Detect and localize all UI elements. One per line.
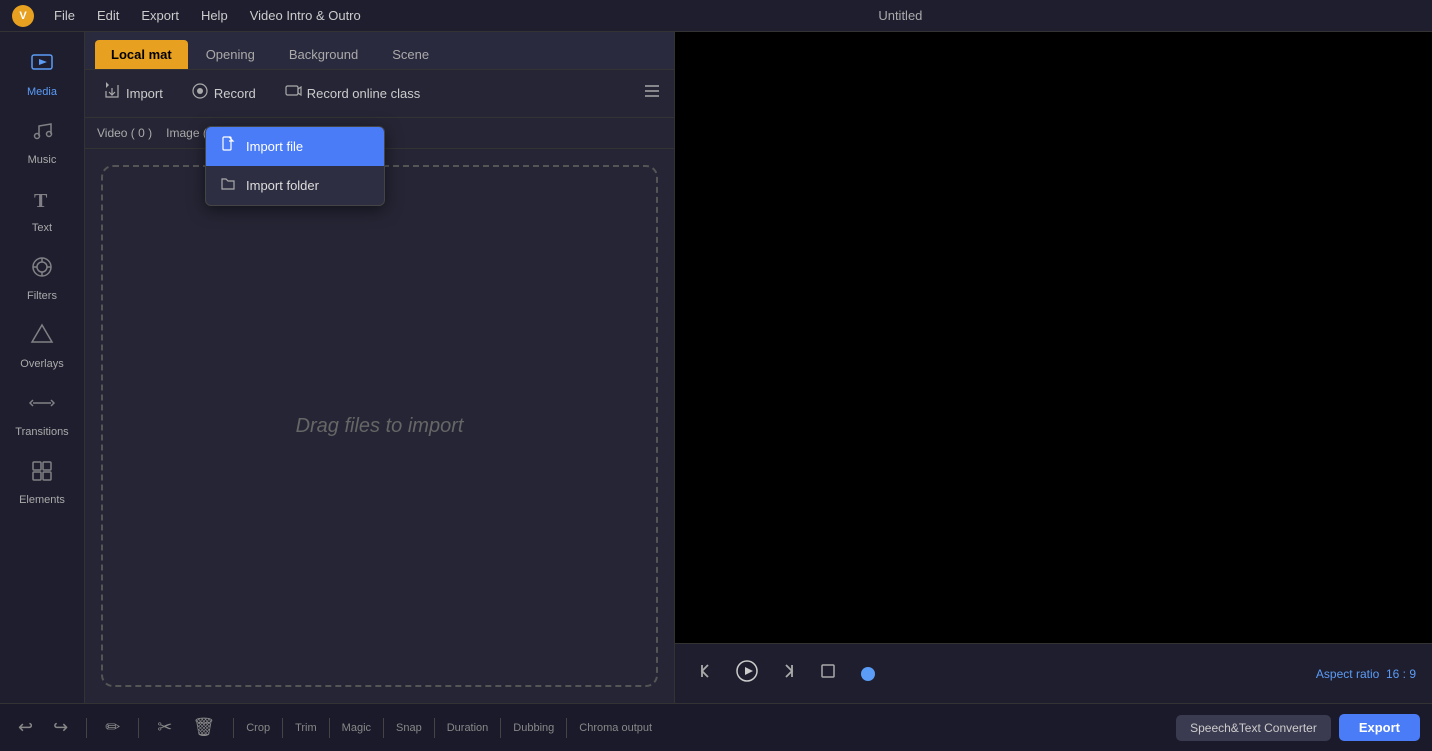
- panel-toolbar: Import Record Record o: [85, 70, 674, 118]
- draw-button[interactable]: ✏: [99, 713, 126, 742]
- elements-label: Elements: [19, 494, 65, 506]
- step-back-button[interactable]: [691, 656, 721, 691]
- menu-edit[interactable]: Edit: [93, 6, 123, 25]
- import-file-label: Import file: [246, 139, 303, 154]
- panel-tabs: Local mat Opening Background Scene: [85, 32, 674, 70]
- text-icon: T: [29, 186, 55, 218]
- menu-export[interactable]: Export: [137, 6, 183, 25]
- menu-bar: File Edit Export Help Video Intro & Outr…: [50, 6, 365, 25]
- left-sidebar: Media Music T Text: [0, 32, 85, 703]
- record-online-label: Record online class: [307, 86, 420, 101]
- sidebar-item-media[interactable]: Media: [0, 42, 84, 106]
- bottom-sep-9: [566, 718, 567, 738]
- title-bar: V File Edit Export Help Video Intro & Ou…: [0, 0, 1432, 32]
- duration-label: Duration: [447, 722, 489, 734]
- crop-label: Crop: [246, 722, 270, 734]
- main-layout: Media Music T Text: [0, 32, 1432, 703]
- import-folder-option[interactable]: Import folder: [206, 166, 384, 205]
- media-panel: Local mat Opening Background Scene Impor…: [85, 32, 675, 703]
- record-button[interactable]: Record: [185, 78, 262, 109]
- export-button[interactable]: Export: [1339, 714, 1420, 741]
- sub-tab-video[interactable]: Video ( 0 ): [97, 124, 152, 142]
- drop-area-text: Drag files to import: [296, 415, 464, 438]
- aspect-ratio: Aspect ratio 16 : 9: [1316, 667, 1416, 681]
- dubbing-label: Dubbing: [513, 722, 554, 734]
- svg-text:T: T: [34, 190, 48, 212]
- speech-text-converter-button[interactable]: Speech&Text Converter: [1176, 715, 1331, 741]
- sidebar-item-elements[interactable]: Elements: [0, 450, 84, 514]
- sidebar-item-music[interactable]: Music: [0, 110, 84, 174]
- app-logo: V: [12, 5, 34, 27]
- folder-icon: [220, 175, 236, 196]
- filters-icon: [29, 254, 55, 286]
- bottom-sep-2: [138, 718, 139, 738]
- record-icon: [191, 82, 209, 105]
- sidebar-item-overlays[interactable]: Overlays: [0, 314, 84, 378]
- bottom-bar: ↩ ↪ ✏ ✂ 🗑 Crop Trim Magic Snap Duration …: [0, 703, 1432, 751]
- menu-video-intro[interactable]: Video Intro & Outro: [246, 6, 365, 25]
- magic-label: Magic: [342, 722, 371, 734]
- preview-area: [675, 32, 1432, 643]
- drop-area[interactable]: Drag files to import: [101, 165, 658, 687]
- play-button[interactable]: [731, 655, 763, 693]
- media-label: Media: [27, 86, 57, 98]
- bottom-sep-6: [383, 718, 384, 738]
- bottom-sep-1: [86, 718, 87, 738]
- stop-button[interactable]: [813, 656, 843, 691]
- cut-button[interactable]: ✂: [151, 713, 178, 742]
- sidebar-item-transitions[interactable]: Transitions: [0, 382, 84, 446]
- import-file-option[interactable]: Import file: [206, 127, 384, 166]
- trim-label: Trim: [295, 722, 317, 734]
- aspect-ratio-value: 16 : 9: [1386, 667, 1416, 681]
- progress-indicator: [861, 667, 875, 681]
- list-view-icon[interactable]: [642, 81, 662, 106]
- aspect-ratio-label: Aspect ratio: [1316, 667, 1379, 681]
- delete-button[interactable]: 🗑: [186, 713, 221, 742]
- music-label: Music: [28, 154, 57, 166]
- elements-icon: [29, 458, 55, 490]
- step-forward-button[interactable]: [773, 656, 803, 691]
- sidebar-item-text[interactable]: T Text: [0, 178, 84, 242]
- bottom-sep-7: [434, 718, 435, 738]
- transitions-icon: [29, 390, 55, 422]
- music-icon: [29, 118, 55, 150]
- tab-local-mat[interactable]: Local mat: [95, 40, 188, 69]
- file-icon: [220, 136, 236, 157]
- preview-panel: Aspect ratio 16 : 9: [675, 32, 1432, 703]
- redo-button[interactable]: ↪: [47, 713, 74, 742]
- menu-file[interactable]: File: [50, 6, 79, 25]
- bottom-sep-8: [500, 718, 501, 738]
- filters-label: Filters: [27, 290, 57, 302]
- text-label: Text: [32, 222, 52, 234]
- tab-opening[interactable]: Opening: [190, 40, 271, 69]
- record-label: Record: [214, 86, 256, 101]
- record-online-icon: [284, 82, 302, 105]
- media-icon: [29, 50, 55, 82]
- import-folder-label: Import folder: [246, 178, 319, 193]
- import-button[interactable]: Import: [97, 78, 169, 109]
- overlays-icon: [29, 322, 55, 354]
- snap-label: Snap: [396, 722, 422, 734]
- sidebar-item-filters[interactable]: Filters: [0, 246, 84, 310]
- record-online-button[interactable]: Record online class: [278, 78, 426, 109]
- undo-button[interactable]: ↩: [12, 713, 39, 742]
- import-icon: [103, 82, 121, 105]
- overlays-label: Overlays: [20, 358, 63, 370]
- import-label: Import: [126, 86, 163, 101]
- transitions-label: Transitions: [15, 426, 68, 438]
- playback-controls: Aspect ratio 16 : 9: [675, 643, 1432, 703]
- bottom-sep-3: [233, 718, 234, 738]
- menu-help[interactable]: Help: [197, 6, 232, 25]
- window-title: Untitled: [381, 8, 1420, 23]
- bottom-sep-5: [329, 718, 330, 738]
- import-dropdown: Import file Import folder: [205, 126, 385, 206]
- bottom-sep-4: [282, 718, 283, 738]
- tab-scene[interactable]: Scene: [376, 40, 445, 69]
- chroma-output-label: Chroma output: [579, 722, 652, 734]
- tab-background[interactable]: Background: [273, 40, 374, 69]
